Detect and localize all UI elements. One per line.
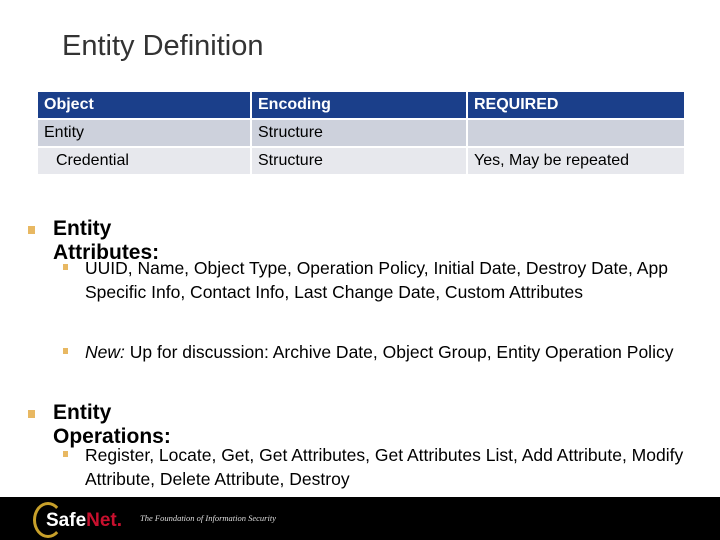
bullet-square-icon	[63, 264, 68, 270]
bullet-square-icon	[63, 348, 68, 354]
table-row: Credential Structure Yes, May be repeate…	[38, 148, 684, 174]
new-attributes: New: Up for discussion: Archive Date, Ob…	[85, 340, 685, 364]
header-required: REQUIRED	[468, 92, 684, 118]
table-header-row: Object Encoding REQUIRED	[38, 92, 684, 118]
slide-title: Entity Definition	[62, 30, 264, 62]
cell-object: Credential	[38, 148, 250, 174]
operations-list: Register, Locate, Get, Get Attributes, G…	[85, 445, 684, 489]
tagline: The Foundation of Information Security	[140, 513, 276, 523]
footer-bar: SafeNet. The Foundation of Information S…	[0, 497, 720, 540]
operations-heading: Entity Operations:	[53, 401, 171, 448]
cell-required: Yes, May be repeated	[468, 148, 684, 174]
bullet-square-icon	[63, 451, 68, 457]
bullet-square-icon	[28, 410, 35, 418]
header-encoding: Encoding	[252, 92, 466, 118]
cell-encoding: Structure	[252, 120, 466, 146]
header-object: Object	[38, 92, 250, 118]
new-attributes-text: Up for discussion: Archive Date, Object …	[124, 342, 674, 362]
cell-required	[468, 120, 684, 146]
new-prefix: New:	[85, 342, 125, 362]
cell-object: Entity	[38, 120, 250, 146]
bullet-square-icon	[28, 226, 35, 234]
entity-definition-table: Object Encoding REQUIRED Entity Structur…	[36, 90, 686, 176]
table-row: Entity Structure	[38, 120, 684, 146]
attributes-list: UUID, Name, Object Type, Operation Polic…	[85, 258, 668, 302]
cell-encoding: Structure	[252, 148, 466, 174]
safenet-logo: SafeNet.	[30, 501, 130, 538]
logo-text: SafeNet.	[46, 510, 123, 531]
